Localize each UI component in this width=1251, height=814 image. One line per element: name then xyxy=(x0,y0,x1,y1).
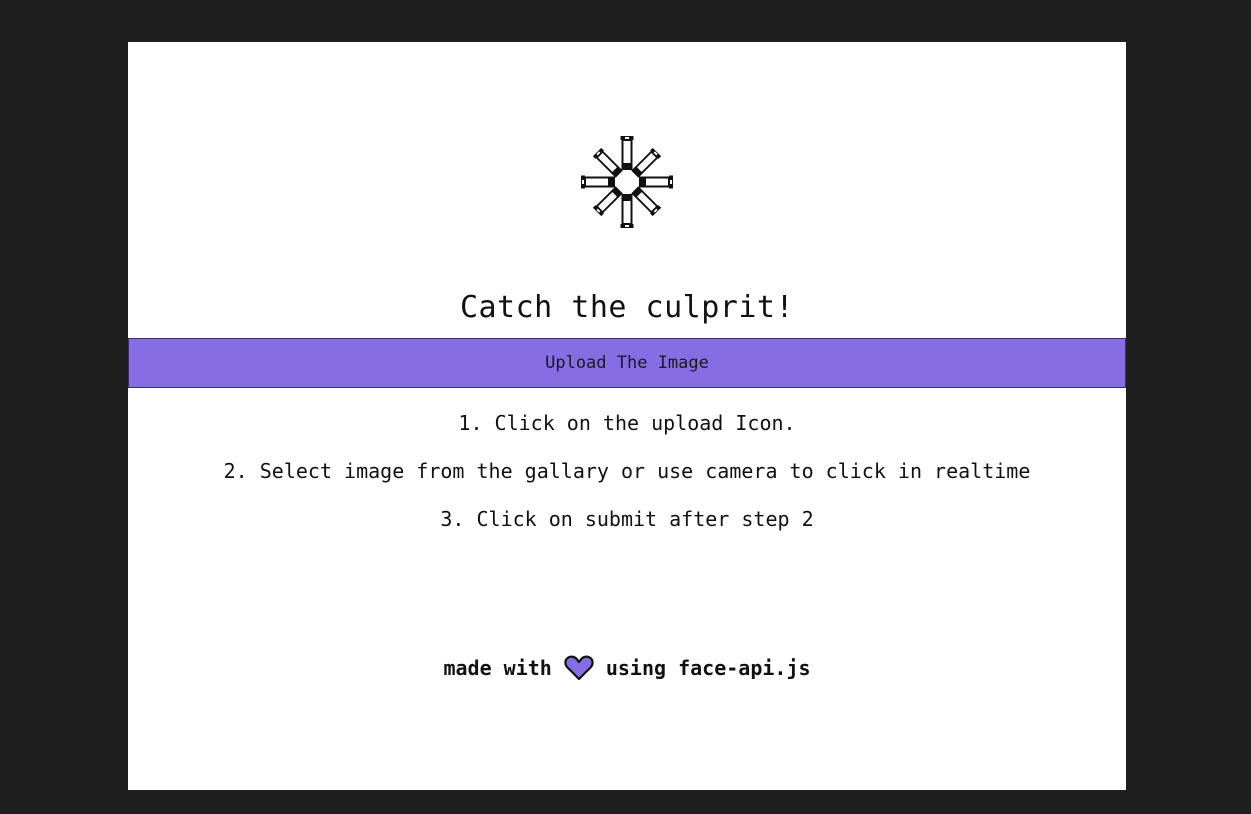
footer-prefix: made with xyxy=(443,656,552,680)
bullets-ring-icon xyxy=(581,136,673,228)
upload-image-button[interactable]: Upload The Image xyxy=(128,338,1126,388)
page-title: Catch the culprit! xyxy=(459,290,795,325)
heart-icon xyxy=(564,655,594,681)
instructions-list: 1. Click on the upload Icon. 2. Select i… xyxy=(128,409,1126,553)
footer-suffix: using face-api.js xyxy=(605,656,811,680)
footer-credit: made with using face-api.js xyxy=(128,655,1126,681)
upload-image-label: Upload The Image xyxy=(545,353,709,373)
instruction-step-1: 1. Click on the upload Icon. xyxy=(458,411,796,435)
instruction-step-3: 3. Click on submit after step 2 xyxy=(440,507,814,531)
main-card: Catch the culprit! Upload The Image 1. C… xyxy=(128,42,1126,790)
instruction-step-2: 2. Select image from the gallary or use … xyxy=(223,459,1031,483)
